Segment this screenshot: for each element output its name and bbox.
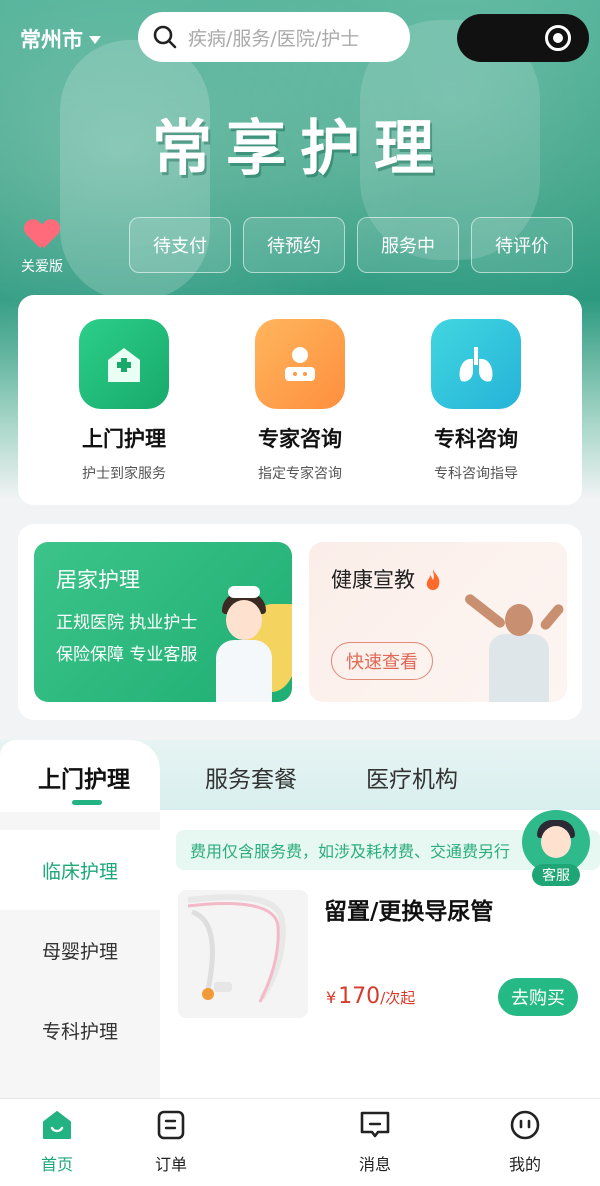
- heart-icon: [26, 220, 58, 250]
- home-care-line: 保险保障 专业客服: [56, 645, 198, 665]
- nav-label: 我的: [508, 1155, 541, 1174]
- record-icon[interactable]: [545, 25, 571, 51]
- home-icon: [41, 1109, 73, 1141]
- category-specialist-nursing[interactable]: 专科护理: [0, 990, 160, 1070]
- promo-card: 居家护理 正规医院 执业护士 保险保障 专业客服 健康宣教 快速查看: [18, 524, 582, 720]
- dropdown-arrow-icon: [89, 36, 101, 44]
- category-maternal-infant[interactable]: 母婴护理: [0, 910, 160, 990]
- nav-label: 消息: [358, 1155, 391, 1174]
- top-bar: 常州市 疾病/服务/医院/护士: [0, 10, 600, 66]
- service-home-nursing[interactable]: 上门护理 护士到家服务: [30, 319, 218, 483]
- tab-medical-institutions[interactable]: 医疗机构: [366, 760, 458, 794]
- order-icon: [155, 1109, 187, 1141]
- profile-icon: [509, 1109, 541, 1141]
- nav-label: 订单: [154, 1155, 187, 1174]
- city-label: 常州市: [20, 28, 83, 52]
- nav-label: 首页: [40, 1155, 73, 1174]
- tab-service-packages[interactable]: 服务套餐: [205, 760, 297, 794]
- home-plus-icon: [79, 319, 169, 409]
- nurse-illustration: [212, 586, 276, 702]
- order-status-pending-payment[interactable]: 待支付: [129, 217, 231, 273]
- category-clinical-nursing[interactable]: 临床护理: [0, 830, 160, 910]
- doctor-icon: [255, 319, 345, 409]
- health-education-title-row: 健康宣教: [331, 564, 443, 594]
- price-unit: /次起: [380, 989, 416, 1007]
- service-title: 上门护理: [82, 427, 166, 451]
- health-education-banner[interactable]: 健康宣教 快速查看: [309, 542, 567, 702]
- service-subtitle: 指定专家咨询: [258, 466, 342, 482]
- nav-profile[interactable]: 我的: [480, 1109, 570, 1175]
- quick-view-button[interactable]: 快速查看: [331, 642, 433, 680]
- lungs-icon: [431, 319, 521, 409]
- service-specialist-consult[interactable]: 专科咨询 专科咨询指导: [382, 319, 570, 483]
- search-icon: [153, 25, 177, 49]
- order-status-in-service[interactable]: 服务中: [357, 217, 459, 273]
- category-sidebar: 临床护理 母婴护理 专科护理: [0, 812, 160, 1102]
- home-care-banner[interactable]: 居家护理 正规医院 执业护士 保险保障 专业客服: [34, 542, 292, 702]
- home-care-title: 居家护理: [56, 568, 140, 592]
- product-image[interactable]: [178, 890, 308, 1018]
- product-title[interactable]: 留置/更换导尿管: [324, 892, 493, 926]
- service-subtitle: 专科咨询指导: [434, 466, 518, 482]
- price-value: 170: [338, 984, 381, 1009]
- tab-home-nursing[interactable]: 上门护理: [38, 760, 130, 794]
- service-subtitle: 护士到家服务: [82, 466, 166, 482]
- mini-program-capsule[interactable]: [457, 14, 589, 62]
- nav-messages[interactable]: 消息: [330, 1109, 420, 1175]
- product-price: ¥170/次起: [326, 984, 415, 1009]
- order-status-pending-appointment[interactable]: 待预约: [243, 217, 345, 273]
- man-illustration: [461, 586, 566, 702]
- price-currency: ¥: [326, 988, 337, 1007]
- search-input[interactable]: 疾病/服务/医院/护士: [138, 12, 410, 62]
- buy-button[interactable]: 去购买: [498, 978, 578, 1016]
- service-card: 上门护理 护士到家服务 专家咨询 指定专家咨询 专科咨询 专科咨询指导: [18, 295, 582, 505]
- order-status-pending-review[interactable]: 待评价: [471, 217, 573, 273]
- care-mode-label: 关爱版: [21, 259, 63, 275]
- care-mode-toggle[interactable]: 关爱版: [18, 220, 66, 276]
- bottom-navigation: 首页 订单 消息 我的: [0, 1098, 600, 1186]
- message-icon: [359, 1109, 391, 1141]
- search-placeholder: 疾病/服务/医院/护士: [188, 27, 360, 50]
- customer-service-label: 客服: [532, 864, 580, 886]
- service-title: 专科咨询: [434, 427, 518, 451]
- service-title: 专家咨询: [258, 427, 342, 451]
- city-selector[interactable]: 常州市: [20, 24, 101, 54]
- service-expert-consult[interactable]: 专家咨询 指定专家咨询: [206, 319, 394, 483]
- home-care-line: 正规医院 执业护士: [56, 613, 198, 633]
- nav-orders[interactable]: 订单: [126, 1109, 216, 1175]
- nav-home[interactable]: 首页: [12, 1109, 102, 1175]
- fire-icon: [426, 569, 440, 590]
- brand-title: 常享护理: [152, 114, 448, 184]
- active-tab-indicator: [72, 800, 102, 805]
- customer-service-button[interactable]: 客服: [522, 810, 590, 886]
- health-education-title: 健康宣教: [331, 568, 415, 592]
